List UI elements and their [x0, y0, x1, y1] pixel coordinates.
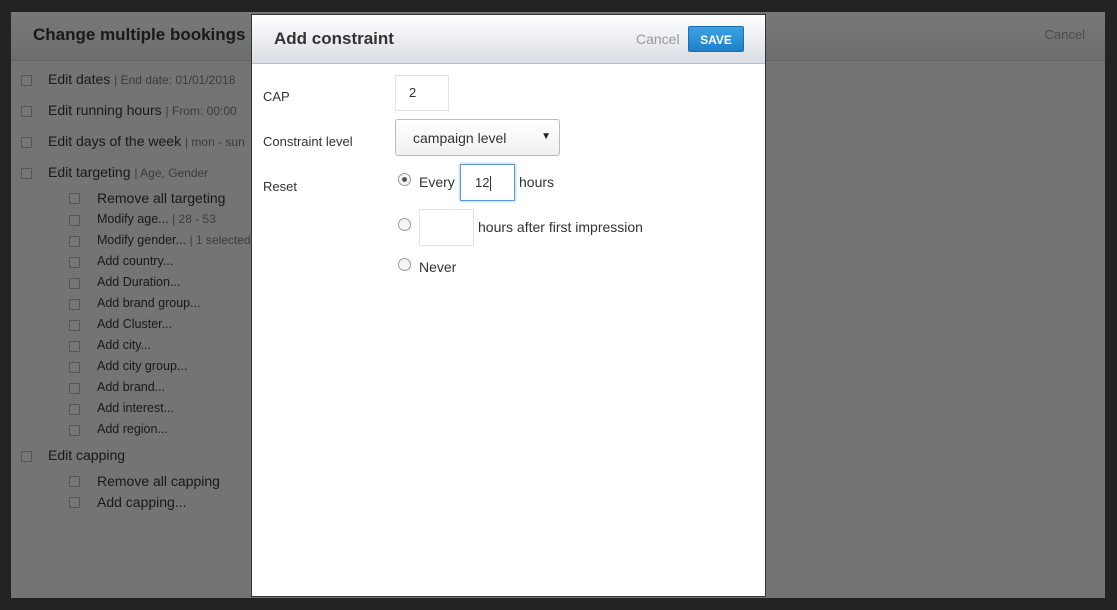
reset-after-impression-radio[interactable]	[398, 218, 411, 231]
caret-down-icon: ▼	[541, 131, 551, 142]
add-constraint-dialog: Add constraint Cancel SAVE CAP 2 Constra…	[251, 14, 766, 597]
hours-input-value: 12	[475, 175, 490, 190]
reset-label: Reset	[263, 179, 297, 194]
cap-input[interactable]: 2	[395, 75, 449, 111]
reset-every-radio[interactable]	[398, 173, 411, 186]
dialog-title: Add constraint	[274, 29, 394, 48]
hours-after-impression-input[interactable]	[419, 209, 474, 246]
hours-after-impression-label: hours after first impression	[478, 219, 643, 235]
constraint-level-select[interactable]: campaign level ▼	[395, 119, 560, 156]
reset-every-label: Every	[419, 174, 455, 190]
constraint-level-label: Constraint level	[263, 134, 353, 149]
reset-every-unit: hours	[519, 174, 555, 190]
dialog-header: Add constraint Cancel SAVE	[252, 15, 765, 64]
constraint-level-value: campaign level	[413, 130, 507, 146]
reset-never-label: Never	[419, 259, 457, 275]
reset-never-radio[interactable]	[398, 258, 411, 271]
reset-every-hours-input[interactable]: 12	[460, 164, 515, 201]
cap-label: CAP	[263, 89, 290, 104]
save-button[interactable]: SAVE	[688, 26, 744, 52]
text-cursor	[490, 176, 492, 192]
cancel-button[interactable]: Cancel	[636, 31, 680, 47]
